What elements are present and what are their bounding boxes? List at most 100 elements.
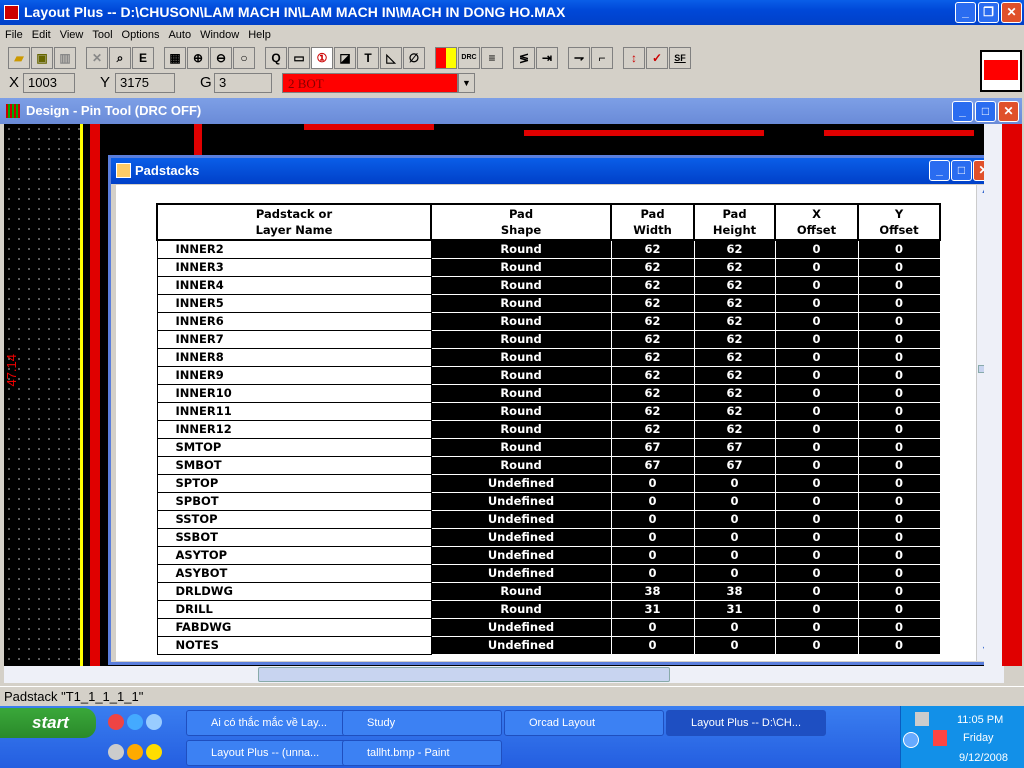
pad-shape-cell[interactable]: Round	[430, 365, 612, 385]
pad-width-cell[interactable]: 67	[610, 437, 695, 457]
x-offset-cell[interactable]: 0	[774, 509, 859, 529]
pad-width-cell[interactable]: 0	[610, 635, 695, 655]
network-icon[interactable]	[108, 744, 124, 760]
connection-icon[interactable]: ◺	[380, 47, 402, 69]
pad-shape-cell[interactable]: Round	[430, 329, 612, 349]
pad-height-cell[interactable]: 0	[693, 491, 776, 511]
pad-height-cell[interactable]: 0	[693, 527, 776, 547]
y-offset-cell[interactable]: 0	[857, 347, 941, 367]
obstacle-icon[interactable]: ◪	[334, 47, 356, 69]
zoom-in-icon[interactable]: ⊕	[187, 47, 209, 69]
e-icon[interactable]: E	[132, 47, 154, 69]
delete-icon[interactable]: ✕	[86, 47, 108, 69]
design-maximize-button[interactable]: □	[975, 101, 996, 122]
pad-shape-cell[interactable]: Round	[430, 293, 612, 313]
menu-window[interactable]: Window	[200, 29, 239, 41]
layer-name-cell[interactable]: SSTOP	[156, 509, 432, 529]
y-offset-cell[interactable]: 0	[857, 293, 941, 313]
pad-height-cell[interactable]: 62	[693, 365, 776, 385]
pad-width-cell[interactable]: 62	[610, 257, 695, 277]
pad-width-cell[interactable]: 62	[610, 365, 695, 385]
pad-height-cell[interactable]: 62	[693, 419, 776, 439]
pad-height-cell[interactable]: 62	[693, 311, 776, 331]
pad-height-cell[interactable]: 0	[693, 545, 776, 565]
pad-height-cell[interactable]: 0	[693, 473, 776, 493]
pad-height-cell[interactable]: 0	[693, 635, 776, 655]
minimize-button[interactable]: _	[955, 2, 976, 23]
pad-width-cell[interactable]: 0	[610, 563, 695, 583]
pad-height-cell[interactable]: 62	[693, 293, 776, 313]
y-offset-cell[interactable]: 0	[857, 599, 941, 619]
y-offset-cell[interactable]: 0	[857, 455, 941, 475]
x-offset-cell[interactable]: 0	[774, 239, 859, 259]
x-offset-cell[interactable]: 0	[774, 383, 859, 403]
pad-shape-cell[interactable]: Round	[430, 275, 612, 295]
pad-shape-cell[interactable]: Undefined	[430, 635, 612, 655]
layer-name-cell[interactable]: DRILL	[156, 599, 432, 619]
layer-name-cell[interactable]: SPBOT	[156, 491, 432, 511]
y-offset-cell[interactable]: 0	[857, 329, 941, 349]
x-offset-cell[interactable]: 0	[774, 581, 859, 601]
pad-shape-cell[interactable]: Round	[430, 257, 612, 277]
design-close-button[interactable]: ✕	[998, 101, 1019, 122]
layer-name-cell[interactable]: INNER6	[156, 311, 432, 331]
layer-name-cell[interactable]: INNER8	[156, 347, 432, 367]
antivirus-icon[interactable]	[933, 730, 947, 746]
layer-name-cell[interactable]: FABDWG	[156, 617, 432, 637]
padstacks-minimize-button[interactable]: _	[929, 160, 950, 181]
pad-height-cell[interactable]: 0	[693, 563, 776, 583]
y-offset-cell[interactable]: 0	[857, 509, 941, 529]
layer-name-cell[interactable]: SSBOT	[156, 527, 432, 547]
y-offset-cell[interactable]: 0	[857, 473, 941, 493]
pad-height-cell[interactable]: 62	[693, 383, 776, 403]
library-icon[interactable]: ▥	[54, 47, 76, 69]
pad-height-cell[interactable]: 67	[693, 455, 776, 475]
y-offset-cell[interactable]: 0	[857, 275, 941, 295]
layer-name-cell[interactable]: DRLDWG	[156, 581, 432, 601]
design-vertical-scrollbar[interactable]	[984, 124, 1002, 666]
taskbar-item-orcad[interactable]: Orcad Layout	[504, 710, 664, 736]
pad-height-cell[interactable]: 31	[693, 599, 776, 619]
layer-name-cell[interactable]: ASYBOT	[156, 563, 432, 583]
x-offset-cell[interactable]: 0	[774, 473, 859, 493]
yahoo-icon[interactable]	[146, 744, 163, 760]
clock-time[interactable]: 11:05 PM	[957, 714, 1003, 726]
drc-box-icon[interactable]: DRC	[458, 47, 480, 69]
pad-shape-cell[interactable]: Undefined	[430, 617, 612, 637]
layer-name-cell[interactable]: ASYTOP	[156, 545, 432, 565]
pad-shape-cell[interactable]: Round	[430, 311, 612, 331]
x-offset-cell[interactable]: 0	[774, 293, 859, 313]
ie-icon[interactable]	[127, 714, 144, 730]
chrome-icon[interactable]	[108, 714, 124, 730]
x-offset-cell[interactable]: 0	[774, 527, 859, 547]
pad-width-cell[interactable]: 0	[610, 527, 695, 547]
pad-shape-cell[interactable]: Round	[430, 599, 612, 619]
y-offset-cell[interactable]: 0	[857, 527, 941, 547]
taskbar-item-paint[interactable]: tallht.bmp - Paint	[342, 740, 502, 766]
pad-height-cell[interactable]: 38	[693, 581, 776, 601]
zoom-out-icon[interactable]: ⊖	[210, 47, 232, 69]
y-offset-cell[interactable]: 0	[857, 491, 941, 511]
pad-height-cell[interactable]: 0	[693, 509, 776, 529]
x-offset-cell[interactable]: 0	[774, 545, 859, 565]
taskbar-item-study[interactable]: Study	[342, 710, 502, 736]
menu-auto[interactable]: Auto	[168, 29, 191, 41]
menu-view[interactable]: View	[60, 29, 84, 41]
pad-width-cell[interactable]: 62	[610, 383, 695, 403]
network-tray-icon[interactable]	[915, 712, 929, 726]
pad-height-cell[interactable]: 62	[693, 347, 776, 367]
sf-icon[interactable]: SF	[669, 47, 691, 69]
outlook-icon[interactable]	[146, 714, 163, 730]
component-icon[interactable]: ▭	[288, 47, 310, 69]
close-button[interactable]: ✕	[1001, 2, 1022, 23]
menu-tool[interactable]: Tool	[92, 29, 112, 41]
pad-shape-cell[interactable]: Undefined	[430, 473, 612, 493]
pad-shape-cell[interactable]: Undefined	[430, 491, 612, 511]
x-offset-cell[interactable]: 0	[774, 599, 859, 619]
pad-shape-cell[interactable]: Round	[430, 239, 612, 259]
x-offset-cell[interactable]: 0	[774, 347, 859, 367]
layer-name-cell[interactable]: SPTOP	[156, 473, 432, 493]
x-offset-cell[interactable]: 0	[774, 275, 859, 295]
x-offset-cell[interactable]: 0	[774, 563, 859, 583]
x-offset-cell[interactable]: 0	[774, 257, 859, 277]
